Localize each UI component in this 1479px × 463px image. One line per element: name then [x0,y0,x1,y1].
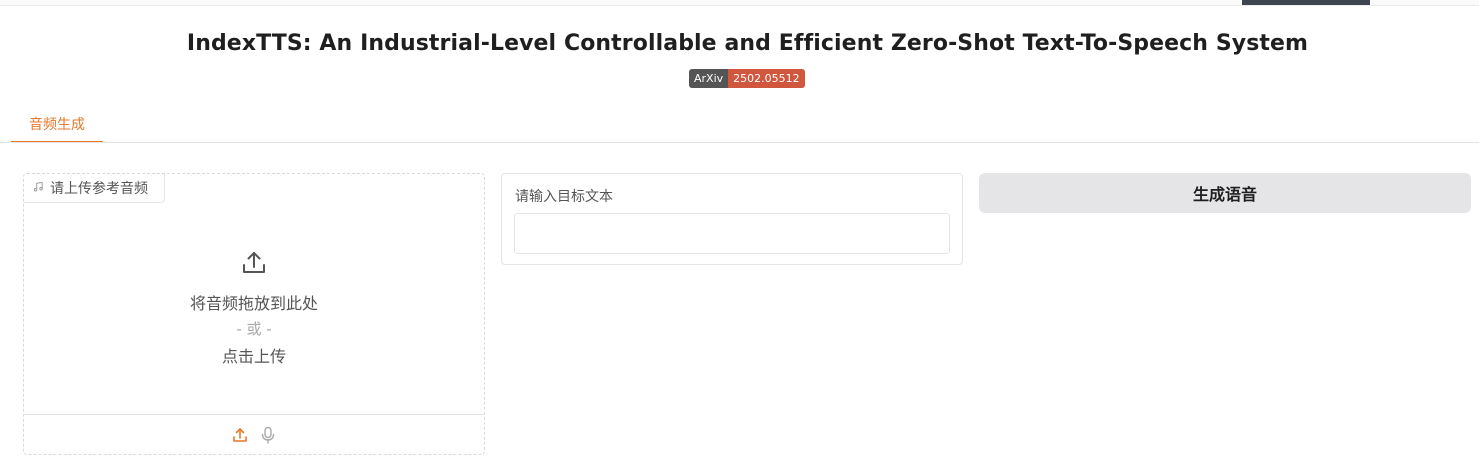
page-title: IndexTTS: An Industrial-Level Controllab… [186,31,1309,56]
click-upload-text: 点击上传 [221,347,286,366]
upload-icon [241,250,267,280]
microphone-icon [261,426,275,444]
upload-source-button[interactable] [231,426,249,444]
reference-audio-label-text: 请上传参考音频 [50,181,148,197]
arxiv-badge[interactable]: ArXiv 2502.05512 [689,69,805,88]
upload-icon [233,428,247,442]
reference-audio-label: 请上传参考音频 [24,174,165,203]
upload-source-toolbar [24,414,484,455]
generate-speech-button[interactable]: 生成语音 [979,173,1471,213]
music-note-icon [33,180,44,196]
tab-divider [0,142,1479,143]
audio-drop-zone[interactable]: 将音频拖放到此处 - 或 - 点击上传 [24,203,484,414]
drop-text: 将音频拖放到此处 [189,294,318,313]
target-text-panel: 请输入目标文本 [501,173,963,265]
badge-value: 2502.05512 [728,69,805,88]
target-text-input[interactable] [514,213,950,254]
or-separator: - 或 - [236,320,272,338]
microphone-source-button[interactable] [259,426,277,444]
reference-audio-panel: 请上传参考音频 将音频拖放到此处 - 或 - 点击上传 [23,173,485,455]
top-accent-bar [1242,0,1370,5]
badge-label: ArXiv [689,69,729,88]
tab-audio-generation[interactable]: 音频生成 [11,109,103,143]
target-text-label: 请输入目标文本 [515,189,613,205]
